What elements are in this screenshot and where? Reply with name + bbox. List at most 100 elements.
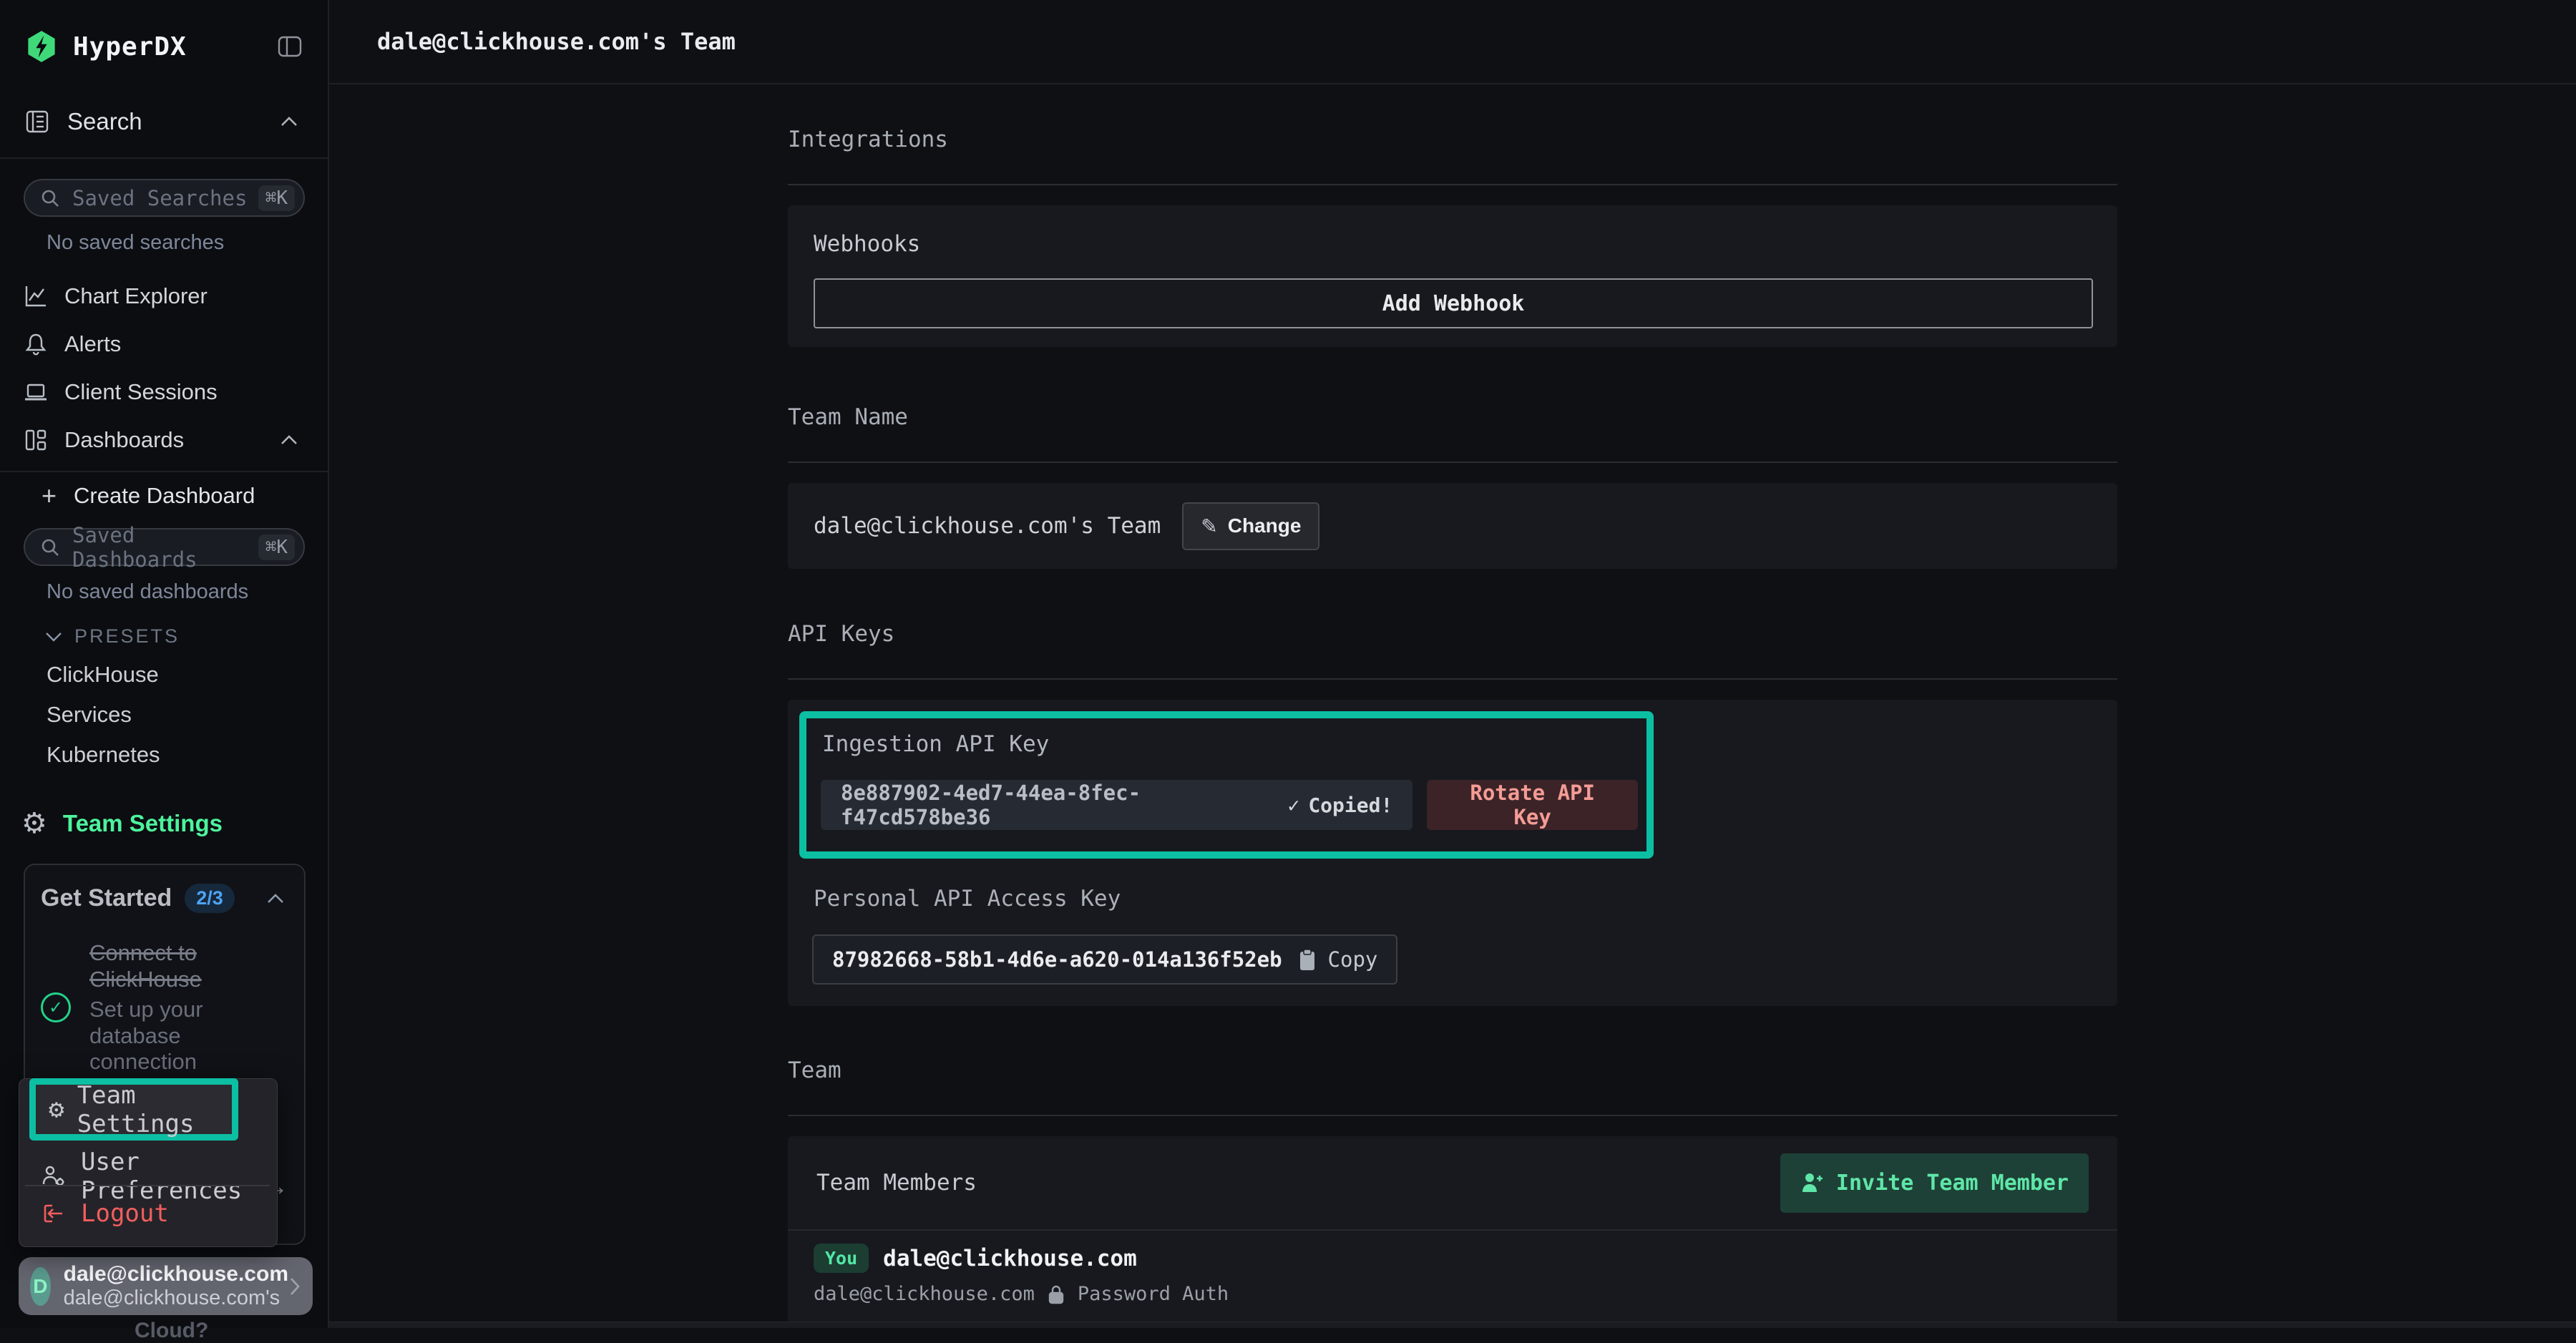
api-key-text: 8e887902-4ed7-44ea-8fec-f47cd578be36 <box>841 781 1267 829</box>
presets-toggle[interactable]: PRESETS <box>44 625 328 648</box>
preset-item-clickhouse[interactable]: ClickHouse <box>47 662 328 688</box>
add-webhook-button[interactable]: Add Webhook <box>814 278 2093 328</box>
section-heading-integrations: Integrations <box>788 127 2117 152</box>
sidebar-item-label: Alerts <box>64 331 121 357</box>
team-name-value: dale@clickhouse.com's Team <box>814 513 1161 539</box>
personal-api-key-label: Personal API Access Key <box>814 886 2106 912</box>
chevron-up-icon[interactable] <box>265 892 286 905</box>
ingestion-api-key-value[interactable]: 8e887902-4ed7-44ea-8fec-f47cd578be36 ✓ C… <box>821 780 1413 830</box>
laptop-icon <box>23 379 49 405</box>
section-heading-api-keys: API Keys <box>788 621 2117 647</box>
section-heading-team-name: Team Name <box>788 404 2117 430</box>
user-menu-popup: ⚙ Team Settings User Preferences Logout <box>19 1078 278 1247</box>
clipboard-icon <box>1298 948 1317 971</box>
checklist-title: Connect to ClickHouse <box>89 940 275 992</box>
copied-label: Copied! <box>1308 793 1392 817</box>
bell-icon <box>23 331 49 357</box>
section-divider <box>788 1115 2117 1116</box>
sidebar-item-dashboards[interactable]: Dashboards <box>0 416 328 464</box>
sidebar-item-label: Client Sessions <box>64 379 218 405</box>
webhooks-card: Webhooks Add Webhook <box>788 205 2117 347</box>
menu-item-label: User Preferences <box>81 1148 277 1205</box>
member-email: dale@clickhouse.com <box>814 1283 1035 1305</box>
team-members-title: Team Members <box>816 1170 977 1196</box>
menu-item-logout[interactable]: Logout <box>41 1199 169 1228</box>
sidebar-item-label: Dashboards <box>64 427 184 453</box>
invite-team-member-button[interactable]: Invite Team Member <box>1780 1153 2089 1213</box>
auth-method: Password Auth <box>1078 1283 1229 1305</box>
search-section-label: Search <box>67 108 142 135</box>
member-name: dale@clickhouse.com <box>883 1246 1137 1271</box>
change-team-name-button[interactable]: ✎ Change <box>1182 502 1319 550</box>
personal-api-key-value[interactable]: 87982668-58b1-4d6e-a620-014a136f52eb Cop… <box>812 934 1397 985</box>
api-key-text: 87982668-58b1-4d6e-a620-014a136f52eb <box>832 947 1282 972</box>
ingestion-api-key-label: Ingestion API Key <box>822 731 1638 757</box>
ingestion-api-key-highlight-box: Ingestion API Key 8e887902-4ed7-44ea-8fe… <box>799 711 1654 859</box>
magnifier-icon <box>39 537 61 558</box>
rotate-api-key-button[interactable]: Rotate API Key <box>1427 780 1638 830</box>
logout-icon <box>41 1201 67 1226</box>
shortcut-badge: ⌘K <box>258 534 295 560</box>
sidebar-item-alerts[interactable]: Alerts <box>0 320 328 368</box>
sidebar-item-team-settings[interactable]: ⚙ Team Settings <box>0 809 328 838</box>
chart-icon <box>23 283 49 309</box>
user-chip[interactable]: D dale@clickhouse.com dale@clickhouse.co… <box>19 1257 313 1315</box>
saved-searches-input[interactable]: Saved Searches ⌘K <box>24 179 305 217</box>
section-divider <box>788 678 2117 680</box>
invite-button-label: Invite Team Member <box>1836 1171 2069 1196</box>
you-badge: You <box>814 1244 869 1273</box>
menu-divider <box>25 1185 270 1186</box>
section-divider <box>788 461 2117 463</box>
sidebar-item-label: Chart Explorer <box>64 283 208 309</box>
sidebar-divider <box>0 157 328 159</box>
collapse-sidebar-icon[interactable] <box>278 35 302 58</box>
person-plus-icon <box>1800 1171 1825 1194</box>
pencil-icon: ✎ <box>1201 514 1217 538</box>
get-started-title: Get Started <box>41 884 172 912</box>
saved-dashboards-input[interactable]: Saved Dashboards ⌘K <box>24 528 305 566</box>
sidebar: HyperDX Search Saved Searches ⌘K No save <box>0 0 329 1328</box>
magnifier-icon <box>39 187 61 209</box>
shortcut-badge: ⌘K <box>258 185 295 211</box>
team-settings-label: Team Settings <box>63 810 223 837</box>
check-circle-icon: ✓ <box>41 992 71 1022</box>
sidebar-item-client-sessions[interactable]: Client Sessions <box>0 368 328 416</box>
page-title: dale@clickhouse.com's Team <box>377 28 736 55</box>
main-area: dale@clickhouse.com's Team Integrations … <box>329 0 2576 1328</box>
webhooks-title: Webhooks <box>814 231 2094 257</box>
menu-item-user-preferences[interactable]: User Preferences <box>41 1148 277 1205</box>
check-icon: ✓ <box>1287 793 1299 817</box>
user-team-name: dale@clickhouse.com's <box>64 1286 288 1310</box>
team-member-row: You dale@clickhouse.com dale@clickhouse.… <box>788 1231 2117 1324</box>
progress-badge: 2/3 <box>185 884 235 913</box>
create-dashboard-button[interactable]: + Create Dashboard <box>0 475 328 517</box>
clipped-bottom-text: Cloud? <box>135 1319 208 1343</box>
saved-searches-placeholder: Saved Searches <box>72 186 247 210</box>
no-saved-searches-text: No saved searches <box>47 231 328 255</box>
section-heading-team: Team <box>788 1058 2117 1083</box>
avatar: D <box>30 1267 51 1306</box>
app-title: HyperDX <box>73 32 187 62</box>
preset-item-kubernetes[interactable]: Kubernetes <box>47 742 328 768</box>
chevron-up-icon <box>279 115 299 128</box>
sidebar-section-search[interactable]: Search <box>0 106 328 137</box>
lock-icon <box>1048 1284 1065 1305</box>
preset-item-services[interactable]: Services <box>47 702 328 728</box>
sidebar-item-chart-explorer[interactable]: Chart Explorer <box>0 272 328 320</box>
api-keys-card: Ingestion API Key 8e887902-4ed7-44ea-8fe… <box>788 700 2117 1006</box>
menu-item-label: Logout <box>81 1199 169 1228</box>
copied-status: ✓ Copied! <box>1287 793 1392 817</box>
next-section-edge <box>329 1322 2576 1328</box>
create-dashboard-label: Create Dashboard <box>74 483 255 509</box>
dashboard-grid-icon <box>23 427 49 453</box>
user-email: dale@clickhouse.com <box>64 1262 288 1287</box>
page-header: dale@clickhouse.com's Team <box>329 0 2576 84</box>
chevron-down-icon <box>44 631 63 643</box>
sidebar-divider <box>0 471 328 472</box>
checklist-subtitle: Set up your database connection <box>89 997 290 1075</box>
no-saved-dashboards-text: No saved dashboards <box>47 580 328 604</box>
menu-item-team-settings[interactable]: ⚙ Team Settings <box>29 1078 238 1141</box>
logo-row: HyperDX <box>0 0 328 63</box>
change-button-label: Change <box>1228 514 1302 537</box>
checklist-item-connect[interactable]: ✓ Connect to ClickHouse Set up your data… <box>25 940 304 1075</box>
